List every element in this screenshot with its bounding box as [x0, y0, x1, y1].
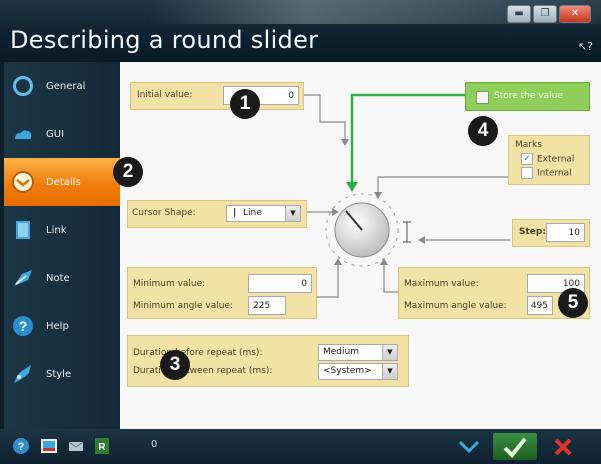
ring-icon	[10, 73, 36, 99]
help-pointer-icon: ↖?	[577, 40, 593, 53]
minimum-panel: Minimum value: 0 Minimum angle value: 22…	[127, 267, 317, 319]
minimum-angle-field[interactable]: 225	[248, 296, 286, 315]
minimum-value-label: Minimum value:	[133, 279, 206, 289]
duration-before-select[interactable]: Medium ▼	[318, 344, 398, 361]
marks-internal-option[interactable]: Internal	[521, 167, 572, 179]
maximum-angle-label: Maximum angle value:	[404, 301, 507, 311]
close-button[interactable]: ✕	[559, 5, 591, 23]
maximize-button[interactable]: ❐	[533, 5, 557, 23]
details-panel: Initial value: 0 1 Store the value 4 Mar…	[120, 62, 601, 429]
duration-before-label: Duration before repeat (ms):	[133, 348, 263, 358]
svg-text:?: ?	[19, 318, 28, 334]
sidebar-item-label: Help	[46, 320, 69, 332]
marks-panel: Marks ✓ External Internal	[508, 135, 590, 185]
callout-badge-1: 1	[230, 89, 260, 119]
callout-badge-5: 5	[558, 288, 588, 318]
store-value-label: Store the value	[494, 91, 563, 101]
sidebar-item-label: Link	[46, 224, 67, 236]
help-icon: ?	[10, 313, 36, 339]
store-value-panel: Store the value	[465, 82, 590, 111]
help-dropdown-button[interactable]	[447, 433, 491, 460]
duration-between-value: <System>	[323, 366, 372, 376]
cursor-shape-panel: Cursor Shape: | Line ▼	[127, 200, 307, 228]
sidebar: General GUI Details Link Note ? Help Sty…	[4, 62, 142, 429]
sidebar-item-style[interactable]: Style	[4, 350, 120, 398]
duration-before-value: Medium	[323, 347, 359, 357]
store-value-checkbox[interactable]	[476, 91, 489, 104]
maximum-angle-field[interactable]: 495	[527, 296, 553, 315]
notification-count: 0	[151, 439, 158, 450]
sidebar-item-label: Style	[46, 368, 72, 380]
marks-external-checkbox[interactable]: ✓	[521, 153, 533, 165]
marks-title: Marks	[515, 140, 542, 150]
cursor-shape-select[interactable]: | Line ▼	[226, 205, 301, 222]
sidebar-item-link[interactable]: Link	[4, 206, 120, 254]
taskbar: ? R 0	[0, 429, 601, 464]
minimum-value-field[interactable]: 0	[248, 274, 312, 293]
info-icon[interactable]: ?	[12, 437, 30, 455]
initial-value-panel: Initial value: 0	[130, 82, 304, 110]
chevron-down-icon: ▼	[382, 364, 397, 379]
app-window: Describing a round slider ▬ ❐ ✕ ↖? Gener…	[0, 0, 601, 464]
step-label: Step:	[519, 227, 546, 237]
cursor-shape-label: Cursor Shape:	[132, 208, 196, 218]
step-panel: Step: 10	[512, 219, 590, 247]
message-icon[interactable]	[67, 437, 85, 455]
marks-internal-checkbox[interactable]	[521, 167, 533, 179]
style-icon	[10, 361, 36, 387]
step-field[interactable]: 10	[546, 223, 585, 242]
step-bracket	[403, 221, 411, 243]
marks-external-option[interactable]: ✓ External	[521, 153, 574, 165]
minimum-angle-label: Minimum angle value:	[133, 301, 234, 311]
close-icon	[554, 438, 572, 455]
note-icon	[10, 265, 36, 291]
initial-value-label: Initial value:	[137, 90, 193, 100]
sidebar-item-note[interactable]: Note	[4, 254, 120, 302]
round-slider-knob	[325, 193, 399, 267]
duration-between-label: Duration between repeat (ms):	[133, 366, 273, 376]
chevron-down-icon: ▼	[285, 206, 300, 221]
cancel-button[interactable]	[541, 433, 585, 460]
report-icon[interactable]: R	[93, 437, 111, 455]
marks-internal-label: Internal	[537, 168, 572, 179]
sidebar-item-label: Details	[46, 176, 81, 188]
chevron-down-icon	[458, 440, 480, 453]
window-title: Describing a round slider	[10, 26, 319, 54]
callout-badge-4: 4	[468, 116, 498, 146]
sidebar-item-gui[interactable]: GUI	[4, 110, 120, 158]
sidebar-item-label: Note	[46, 272, 70, 284]
checkmark-icon	[503, 437, 527, 458]
details-icon	[10, 169, 36, 195]
sidebar-item-label: General	[46, 80, 86, 92]
title-bar: Describing a round slider ▬ ❐ ✕ ↖?	[0, 0, 601, 62]
cursor-shape-value: Line	[243, 208, 262, 218]
line-shape-icon: |	[233, 208, 237, 218]
image-icon[interactable]	[40, 437, 58, 455]
sidebar-item-general[interactable]: General	[4, 62, 120, 110]
validate-button[interactable]	[493, 433, 537, 460]
svg-text:?: ?	[18, 441, 25, 453]
chevron-down-icon: ▼	[382, 345, 397, 360]
svg-text:R: R	[98, 442, 106, 453]
window-controls: ▬ ❐ ✕	[505, 5, 591, 23]
marks-external-label: External	[537, 154, 575, 165]
cloud-icon	[10, 121, 36, 147]
callout-badge-3: 3	[160, 350, 190, 380]
sidebar-item-details[interactable]: Details	[4, 158, 142, 206]
link-icon	[10, 217, 36, 243]
duration-between-select[interactable]: <System> ▼	[318, 363, 398, 380]
callout-badge-2: 2	[113, 157, 143, 187]
maximum-value-label: Maximum value:	[404, 279, 479, 289]
sidebar-item-label: GUI	[46, 128, 65, 140]
minimize-button[interactable]: ▬	[507, 5, 531, 23]
sidebar-item-help[interactable]: ? Help	[4, 302, 120, 350]
